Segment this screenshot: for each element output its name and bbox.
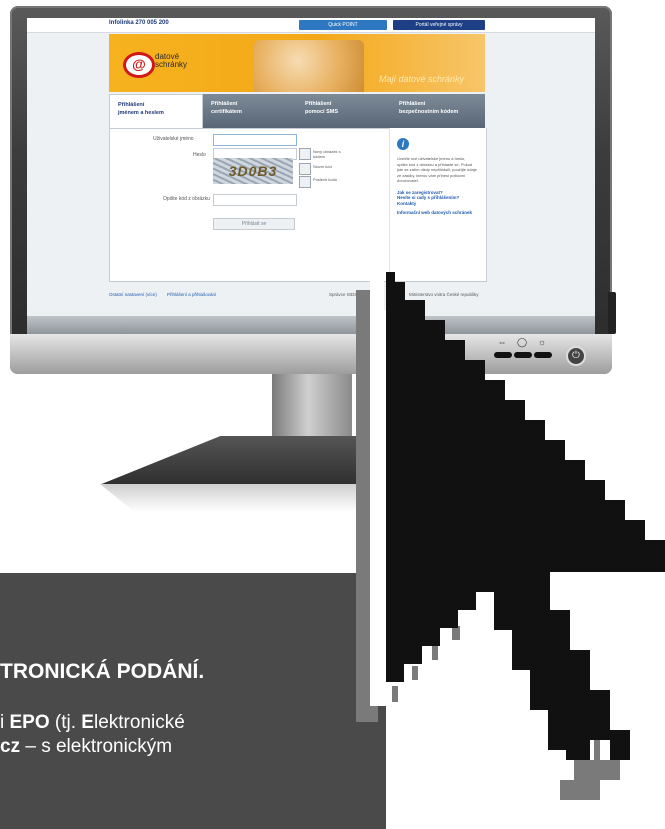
password-label: Heslo: [193, 152, 206, 158]
username-label: Uživatelské jméno: [153, 136, 194, 142]
monitor-stand-shadow: [100, 484, 530, 512]
monitor-screen: Infolinka 270 005 200 Quick POINT Portál…: [27, 18, 595, 334]
at-sign-logo-icon: @: [123, 52, 155, 78]
tab-login-certificate[interactable]: Přihlášení certifikátem: [203, 94, 297, 128]
footer-copyright: Ministerstvo vnitra České republiky: [409, 292, 479, 297]
banner-photo: [254, 40, 364, 92]
username-input[interactable]: [213, 134, 297, 146]
monitor-button-1[interactable]: [494, 352, 512, 358]
panel-body-line-2: cz – s elektronickým: [0, 736, 172, 758]
input-source-icon: ⇔: [497, 337, 507, 347]
website-footer: Ostatní nastavení (více) Přihlášení a př…: [109, 286, 485, 306]
footer-middle-link[interactable]: Přihlášení a přihlašování: [167, 292, 216, 297]
captcha-label: Opište kód z obrázku: [163, 196, 210, 202]
monitor-button-3[interactable]: [534, 352, 552, 358]
info-web-link[interactable]: Informační web datových schránek: [397, 210, 477, 216]
tab-label: bezpečnostním kódem: [399, 109, 459, 115]
tab-label: Přihlášení: [118, 102, 145, 108]
login-button[interactable]: Přihlásit se: [213, 218, 295, 230]
text-span: i: [0, 712, 10, 733]
infoline-text: Infolinka 270 005 200: [109, 20, 169, 26]
refresh-label: Nový obrázek s kódem: [313, 149, 341, 159]
panel-headline: TRONICKÁ PODÁNÍ.: [0, 660, 205, 683]
captcha-image: 3D0B3: [213, 158, 293, 184]
tab-login-password[interactable]: Přihlášení jménem a heslem: [109, 94, 203, 128]
audio-label: Slovní kód: [313, 164, 332, 169]
screen-bottom-bar: [27, 316, 595, 334]
tab-login-sms[interactable]: Přihlášení pomocí SMS: [297, 94, 391, 128]
tab-label: Přihlášení: [211, 101, 238, 107]
tab-label: certifikátem: [211, 109, 242, 115]
tab-label: jménem a heslem: [118, 110, 164, 116]
refresh-icon[interactable]: [299, 148, 311, 160]
menu-icon: ◯: [516, 337, 528, 347]
tab-label: Přihlášení: [399, 101, 426, 107]
info-icon: i: [397, 138, 409, 150]
panel-body-line-1: i EPO (tj. Elektronické: [0, 712, 185, 734]
info-text: Uveďte své uživatelské jméno a heslo, op…: [397, 156, 477, 216]
banner-slogan: Mají datové schránky: [379, 74, 465, 84]
portal-link-button[interactable]: Portál veřejné správy: [393, 20, 485, 30]
tab-label: pomocí SMS: [305, 109, 339, 115]
brightness-icon: ☼: [537, 337, 547, 347]
footer-left-link[interactable]: Ostatní nastavení (více): [109, 292, 157, 297]
tab-login-security-code[interactable]: Přihlášení bezpečnostním kódem: [391, 94, 485, 128]
logo-text-line2: schránky: [155, 60, 188, 69]
text-span: (tj.: [49, 712, 82, 733]
audio-icon[interactable]: [299, 163, 311, 175]
tab-label: Přihlášení: [305, 101, 332, 107]
monitor-stand-neck: [272, 374, 352, 444]
text-span: – s elektronickým: [20, 736, 173, 757]
help-label: Poslech kódu: [313, 177, 338, 182]
logo-text: datové schránky: [155, 53, 215, 69]
info-paragraph: Uveďte své uživatelské jméno a heslo, op…: [397, 156, 477, 183]
text-bold: cz: [0, 736, 21, 757]
monitor-side-knob: [608, 292, 616, 334]
captcha-input[interactable]: [213, 194, 297, 206]
text-panel: [0, 573, 386, 829]
help-icon[interactable]: [299, 176, 311, 188]
text-bold: EPO: [9, 712, 50, 733]
text-bold: E: [81, 712, 94, 733]
power-icon[interactable]: ⏻: [566, 346, 586, 366]
quick-point-button[interactable]: Quick POINT: [299, 20, 387, 30]
footer-right-text: Správce ISDS: [329, 292, 358, 297]
monitor-button-2[interactable]: [514, 352, 532, 358]
text-span: lektronické: [93, 712, 185, 733]
website-banner: @ datové schránky Mají datové schránky: [109, 34, 485, 92]
